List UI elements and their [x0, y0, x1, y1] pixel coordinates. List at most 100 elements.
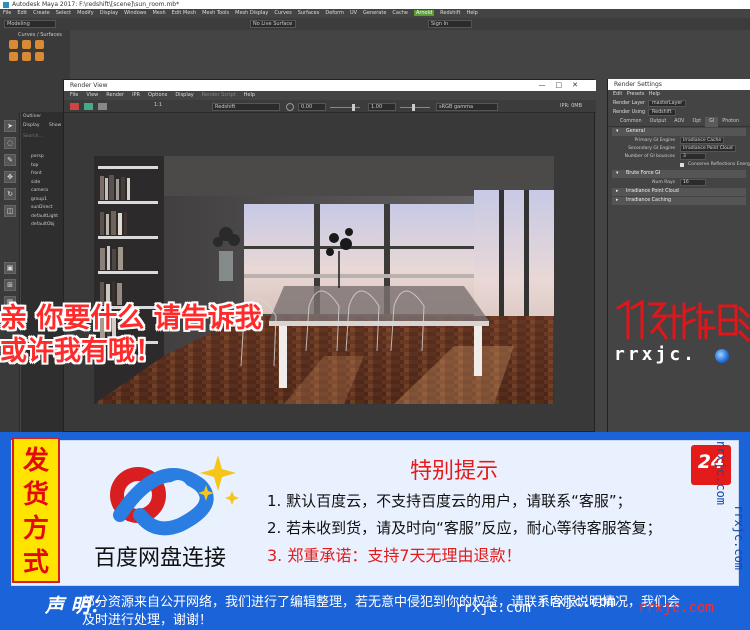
gamma-field[interactable]: 1.00: [368, 103, 396, 111]
nurbs-plane-icon[interactable]: [35, 40, 44, 49]
primary-gi-select[interactable]: Irradiance Cache: [680, 137, 725, 144]
maya-menubar: File Edit Create Select Modify Display Windows…: [0, 9, 750, 18]
maya-menu-arnold[interactable]: Arnold: [413, 10, 435, 16]
maya-menu-file[interactable]: File: [3, 10, 11, 16]
outliner-item[interactable]: top: [31, 163, 38, 168]
tab-aov[interactable]: AOV: [670, 117, 688, 127]
maya-menu-uv[interactable]: UV: [350, 10, 357, 16]
render-using-select[interactable]: Redshift: [648, 109, 676, 116]
mode-select[interactable]: Modeling: [4, 20, 56, 28]
maya-menu-edit[interactable]: Edit: [17, 10, 27, 16]
paint-select-icon[interactable]: ✎: [4, 154, 16, 166]
single-view-icon[interactable]: ▣: [4, 262, 16, 274]
render-view-menu-render-script[interactable]: Render Script: [202, 92, 236, 98]
section-irradiance-point-cloud[interactable]: Irradiance Point Cloud: [612, 188, 746, 196]
seal-stamp-logo: [615, 299, 750, 343]
close-icon[interactable]: ✕: [572, 81, 588, 89]
rotate-tool-icon[interactable]: ↻: [4, 188, 16, 200]
render-view-menu-help[interactable]: Help: [244, 92, 255, 98]
rs-menu-presets[interactable]: Presets: [627, 92, 644, 97]
tab-output[interactable]: Output: [646, 117, 671, 127]
maya-menu-windows[interactable]: Windows: [124, 10, 146, 16]
num-rays-field[interactable]: 16: [680, 179, 706, 186]
exposure-slider[interactable]: [330, 107, 360, 108]
tab-gi[interactable]: GI: [705, 117, 719, 127]
maya-menu-redshift[interactable]: Redshift: [440, 10, 460, 16]
maya-menu-cache[interactable]: Cache: [392, 10, 408, 16]
rs-menu-help[interactable]: Help: [649, 92, 660, 97]
ratio-button[interactable]: 1:1: [154, 102, 162, 108]
maya-menu-help[interactable]: Help: [466, 10, 477, 16]
secondary-gi-select[interactable]: Irradiance Point Cloud: [680, 145, 736, 152]
four-view-icon[interactable]: ⊞: [4, 279, 16, 291]
promo-line-2: 或许我有哦！: [0, 336, 162, 367]
num-rays-label: Num Rays: [652, 180, 675, 185]
maya-menu-generate[interactable]: Generate: [363, 10, 386, 16]
outliner-search[interactable]: Search...: [23, 134, 43, 139]
maya-menu-surfaces[interactable]: Surfaces: [298, 10, 320, 16]
sign-in-button[interactable]: Sign In: [428, 20, 472, 28]
maya-menu-create[interactable]: Create: [33, 10, 50, 16]
outliner-item[interactable]: group1: [31, 197, 47, 202]
maya-menu-mesh-tools[interactable]: Mesh Tools: [202, 10, 229, 16]
snapshot-icon[interactable]: [98, 103, 107, 110]
render-view-menu-render[interactable]: Render: [106, 92, 124, 98]
nurbs-cube-icon[interactable]: [9, 52, 18, 61]
nurbs-sphere-icon[interactable]: [9, 40, 18, 49]
maya-menu-display[interactable]: Display: [100, 10, 118, 16]
outliner-item[interactable]: side: [31, 180, 40, 185]
exposure-field[interactable]: 0.00: [298, 103, 326, 111]
nurbs-torus-icon[interactable]: [35, 52, 44, 61]
render-view-menu-display[interactable]: Display: [175, 92, 193, 98]
gi-bounces-field[interactable]: 3: [680, 153, 706, 160]
nurbs-cone-icon[interactable]: [22, 52, 31, 61]
render-view-menu-ipr[interactable]: IPR: [132, 92, 140, 98]
move-tool-icon[interactable]: ✥: [4, 171, 16, 183]
outliner-item[interactable]: persp: [31, 154, 44, 159]
render-view-menu-options[interactable]: Options: [148, 92, 167, 98]
gamma-slider-handle[interactable]: [412, 104, 415, 111]
outliner-item[interactable]: defaultLight: [31, 214, 58, 219]
maya-menu-modify[interactable]: Modify: [77, 10, 94, 16]
outliner-item[interactable]: sunDirect: [31, 205, 53, 210]
render-icon[interactable]: [70, 103, 79, 110]
toolbox: ➤ ◌ ✎ ✥ ↻ ◫ ▣ ⊞ ▥: [0, 112, 20, 432]
outliner-menu-show[interactable]: Show: [49, 123, 61, 128]
maya-menu-deform[interactable]: Deform: [325, 10, 344, 16]
minimize-icon[interactable]: —: [539, 81, 556, 89]
outliner-item[interactable]: camera: [31, 188, 48, 193]
maya-menu-edit-mesh[interactable]: Edit Mesh: [172, 10, 196, 16]
tab-opt[interactable]: Opt: [688, 117, 705, 127]
outliner-item[interactable]: defaultObj: [31, 222, 54, 227]
render-view-menu-view[interactable]: View: [86, 92, 98, 98]
ipr-icon[interactable]: [84, 103, 93, 110]
conserve-checkbox[interactable]: [680, 163, 684, 167]
maya-menu-select[interactable]: Select: [56, 10, 71, 16]
render-view-menu-file[interactable]: File: [70, 92, 78, 98]
live-surface-field[interactable]: No Live Surface: [250, 20, 296, 28]
section-irradiance-caching[interactable]: Irradiance Caching: [612, 197, 746, 205]
exposure-slider-handle[interactable]: [352, 104, 355, 111]
section-brute-force[interactable]: Brute Force GI: [612, 170, 746, 178]
scale-tool-icon[interactable]: ◫: [4, 205, 16, 217]
tab-common[interactable]: Common: [616, 117, 646, 127]
maximize-icon[interactable]: □: [556, 81, 573, 89]
shelf-tab-curves[interactable]: Curves / Surfaces: [18, 32, 62, 38]
tips-title: 特别提示: [410, 459, 499, 484]
outliner-item[interactable]: front: [31, 171, 42, 176]
gamma-slider[interactable]: [400, 107, 430, 108]
select-tool-icon[interactable]: ➤: [4, 120, 16, 132]
maya-menu-mesh[interactable]: Mesh: [152, 10, 165, 16]
tab-photon[interactable]: Photon: [718, 117, 743, 127]
maya-menu-curves[interactable]: Curves: [274, 10, 291, 16]
render-layer-select[interactable]: masterLayer: [647, 100, 687, 107]
rs-menu-edit[interactable]: Edit: [613, 92, 622, 97]
colorspace-select[interactable]: sRGB gamma: [436, 103, 498, 111]
renderer-select[interactable]: Redshift: [212, 103, 280, 111]
maya-menu-mesh-display[interactable]: Mesh Display: [235, 10, 268, 16]
outliner-menu-display[interactable]: Display: [23, 123, 40, 128]
section-general[interactable]: General: [612, 128, 746, 136]
lasso-tool-icon[interactable]: ◌: [4, 137, 16, 149]
nurbs-cylinder-icon[interactable]: [22, 40, 31, 49]
render-settings-tabs: Common Output AOV Opt GI Photon: [608, 117, 750, 127]
